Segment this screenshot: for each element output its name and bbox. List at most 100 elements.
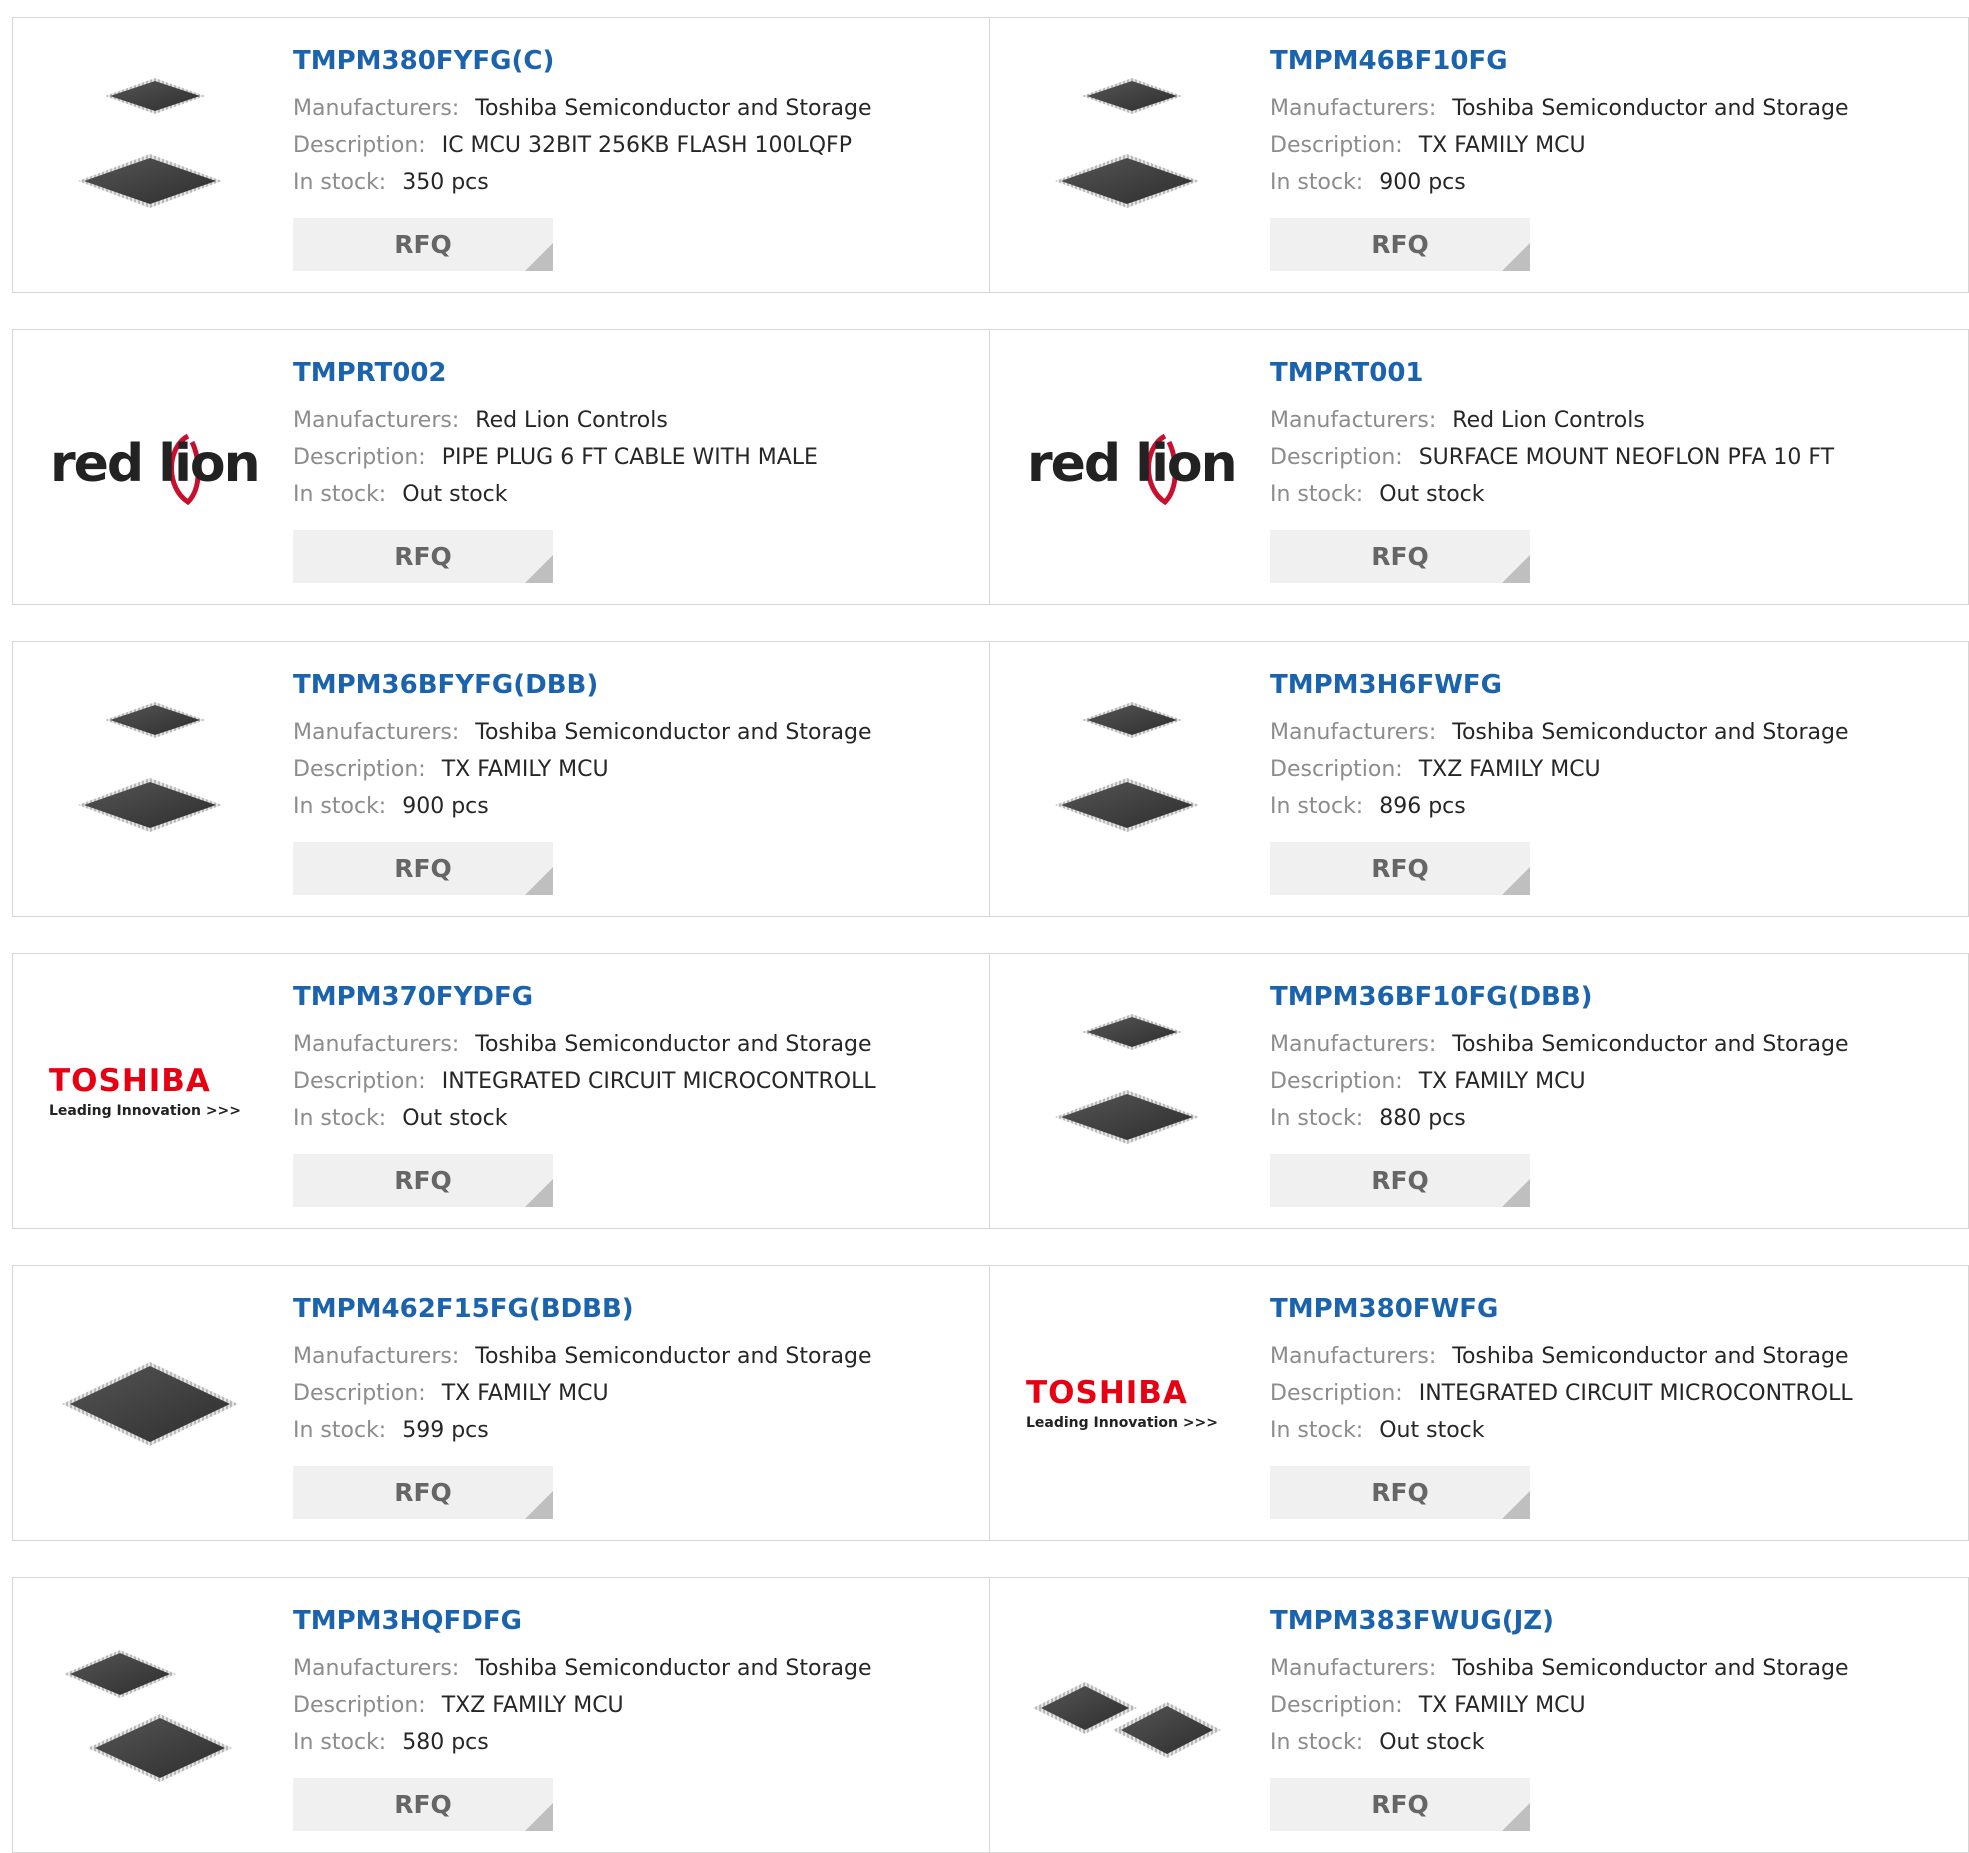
logo-text: red lion xyxy=(50,434,261,494)
chip-pair-icon[interactable] xyxy=(1026,56,1228,256)
stock-line: In stock: 580 pcs xyxy=(293,1724,872,1761)
product-row: TMPM462F15FG(BDBB) Manufacturers: Toshiba… xyxy=(12,1265,1969,1541)
chip-large-icon[interactable] xyxy=(49,1304,251,1504)
rfq-button[interactable]: RFQ xyxy=(1270,530,1530,583)
product-row: red lion TMPRT002 Manufacturers: Red Lion… xyxy=(12,329,1969,605)
rfq-button[interactable]: RFQ xyxy=(293,530,553,583)
description-label: Description: xyxy=(1270,757,1403,782)
description-label: Description: xyxy=(293,1693,426,1718)
product-card: TMPM462F15FG(BDBB) Manufacturers: Toshiba… xyxy=(12,1265,990,1541)
part-number-link[interactable]: TMPM462F15FG(BDBB) xyxy=(293,1296,634,1322)
manufacturers-label: Manufacturers: xyxy=(1270,1344,1437,1369)
manufacturer-line: Manufacturers: Red Lion Controls xyxy=(1270,402,1834,439)
part-number-link[interactable]: TMPM383FWUG(JZ) xyxy=(1270,1608,1554,1634)
manufacturer-value: Toshiba Semiconductor and Storage xyxy=(1452,1032,1849,1057)
description-line: Description: PIPE PLUG 6 FT CABLE WITH MA… xyxy=(293,439,818,476)
product-card: red lion TMPRT001 Manufacturers: Red Lion… xyxy=(990,329,1969,605)
rfq-button[interactable]: RFQ xyxy=(1270,842,1530,895)
logo-text: TOSHIBA xyxy=(49,1062,211,1099)
description-value: TXZ FAMILY MCU xyxy=(1418,757,1601,782)
description-line: Description: TX FAMILY MCU xyxy=(1270,1063,1849,1100)
chip-pair-icon[interactable] xyxy=(1026,680,1228,880)
in-stock-label: In stock: xyxy=(293,1730,387,1755)
stock-value: 900 pcs xyxy=(1379,170,1466,195)
rfq-label: RFQ xyxy=(1371,854,1429,883)
manufacturer-value: Toshiba Semiconductor and Storage xyxy=(475,1656,872,1681)
rfq-button[interactable]: RFQ xyxy=(293,218,553,271)
rfq-button[interactable]: RFQ xyxy=(1270,1466,1530,1519)
stock-line: In stock: Out stock xyxy=(1270,1724,1849,1761)
rfq-button[interactable]: RFQ xyxy=(1270,1154,1530,1207)
product-card: TMPM3HQFDFG Manufacturers: Toshiba Semico… xyxy=(12,1577,990,1853)
description-line: Description: INTEGRATED CIRCUIT MICROCONT… xyxy=(1270,1375,1853,1412)
corner-triangle-icon xyxy=(1502,1803,1530,1831)
description-label: Description: xyxy=(293,1069,426,1094)
description-value: TX FAMILY MCU xyxy=(441,1381,609,1406)
toshiba-logo[interactable]: TOSHIBA Leading Innovation >>> xyxy=(49,992,251,1192)
stock-value: Out stock xyxy=(1379,1418,1485,1443)
chip-pair-icon[interactable] xyxy=(49,56,251,256)
corner-triangle-icon xyxy=(525,867,553,895)
part-number-link[interactable]: TMPM380FYFG(C) xyxy=(293,48,554,74)
manufacturer-value: Toshiba Semiconductor and Storage xyxy=(1452,1344,1849,1369)
red-lion-logo[interactable]: red lion xyxy=(49,368,261,568)
stock-line: In stock: Out stock xyxy=(293,1100,876,1137)
toshiba-logo[interactable]: TOSHIBA Leading Innovation >>> xyxy=(1026,1304,1228,1504)
rfq-button[interactable]: RFQ xyxy=(293,842,553,895)
description-label: Description: xyxy=(1270,445,1403,470)
in-stock-label: In stock: xyxy=(293,794,387,819)
stock-value: 580 pcs xyxy=(402,1730,489,1755)
description-label: Description: xyxy=(1270,133,1403,158)
stock-line: In stock: 350 pcs xyxy=(293,164,872,201)
logo-text: red lion xyxy=(1027,434,1238,494)
chip-side-icon[interactable] xyxy=(1026,1616,1228,1816)
part-number-link[interactable]: TMPRT001 xyxy=(1270,360,1424,386)
part-number-link[interactable]: TMPM380FWFG xyxy=(1270,1296,1498,1322)
part-number-link[interactable]: TMPM36BFYFG(DBB) xyxy=(293,672,598,698)
manufacturer-line: Manufacturers: Toshiba Semiconductor and … xyxy=(1270,714,1849,751)
chip-pair-icon[interactable] xyxy=(49,1616,251,1816)
stock-value: 350 pcs xyxy=(402,170,489,195)
in-stock-label: In stock: xyxy=(1270,1730,1364,1755)
manufacturer-line: Manufacturers: Toshiba Semiconductor and … xyxy=(293,90,872,127)
rfq-button[interactable]: RFQ xyxy=(1270,218,1530,271)
corner-triangle-icon xyxy=(1502,1179,1530,1207)
manufacturer-line: Manufacturers: Toshiba Semiconductor and … xyxy=(293,714,872,751)
description-label: Description: xyxy=(293,133,426,158)
description-line: Description: TX FAMILY MCU xyxy=(293,1375,872,1412)
manufacturer-value: Red Lion Controls xyxy=(1452,408,1645,433)
red-lion-logo[interactable]: red lion xyxy=(1026,368,1238,568)
rfq-button[interactable]: RFQ xyxy=(1270,1778,1530,1831)
manufacturer-value: Toshiba Semiconductor and Storage xyxy=(475,1344,872,1369)
corner-triangle-icon xyxy=(525,555,553,583)
corner-triangle-icon xyxy=(525,1803,553,1831)
in-stock-label: In stock: xyxy=(293,482,387,507)
in-stock-label: In stock: xyxy=(293,1106,387,1131)
part-number-link[interactable]: TMPRT002 xyxy=(293,360,447,386)
part-number-link[interactable]: TMPM370FYDFG xyxy=(293,984,533,1010)
product-card: TMPM383FWUG(JZ) Manufacturers: Toshiba Se… xyxy=(990,1577,1969,1853)
chip-pair-icon[interactable] xyxy=(49,680,251,880)
part-number-link[interactable]: TMPM46BF10FG xyxy=(1270,48,1508,74)
rfq-button[interactable]: RFQ xyxy=(293,1154,553,1207)
description-label: Description: xyxy=(1270,1069,1403,1094)
part-number-link[interactable]: TMPM36BF10FG(DBB) xyxy=(1270,984,1593,1010)
in-stock-label: In stock: xyxy=(1270,1106,1364,1131)
stock-value: 599 pcs xyxy=(402,1418,489,1443)
description-label: Description: xyxy=(1270,1381,1403,1406)
corner-triangle-icon xyxy=(1502,243,1530,271)
logo-tagline: Leading Innovation >>> xyxy=(1026,1414,1219,1431)
corner-triangle-icon xyxy=(1502,555,1530,583)
part-number-link[interactable]: TMPM3HQFDFG xyxy=(293,1608,522,1634)
stock-line: In stock: 900 pcs xyxy=(293,788,872,825)
product-row: TMPM36BFYFG(DBB) Manufacturers: Toshiba S… xyxy=(12,641,1969,917)
chip-pair-icon[interactable] xyxy=(1026,992,1228,1192)
rfq-button[interactable]: RFQ xyxy=(293,1778,553,1831)
in-stock-label: In stock: xyxy=(1270,1418,1364,1443)
part-number-link[interactable]: TMPM3H6FWFG xyxy=(1270,672,1502,698)
stock-value: Out stock xyxy=(402,482,508,507)
rfq-button[interactable]: RFQ xyxy=(293,1466,553,1519)
manufacturer-value: Toshiba Semiconductor and Storage xyxy=(1452,96,1849,121)
description-line: Description: TXZ FAMILY MCU xyxy=(293,1687,872,1724)
manufacturers-label: Manufacturers: xyxy=(293,1032,460,1057)
